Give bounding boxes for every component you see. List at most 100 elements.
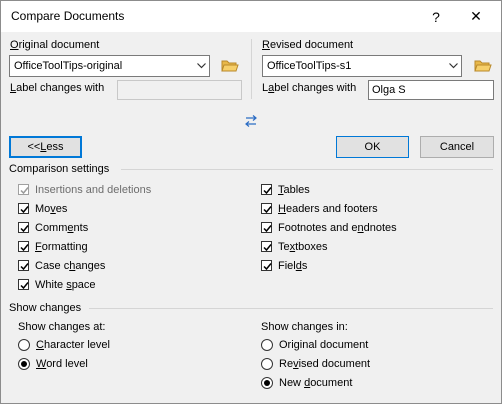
checkbox-box[interactable] (261, 184, 272, 195)
radio-button[interactable] (18, 357, 30, 370)
dialog-title: Compare Documents (11, 9, 125, 23)
label-part: New (279, 376, 305, 389)
label-part: Comm (35, 221, 68, 234)
revised-label-changes-b: bel changes with (274, 82, 357, 94)
revised-label-changes-value: Olga S (372, 84, 406, 96)
checkbox-box[interactable] (18, 222, 29, 233)
original-document-label: Original document (10, 39, 99, 51)
radio-selected-dot (264, 379, 270, 386)
checkbox-formatting[interactable]: Formatting (18, 238, 88, 255)
checkbox-label: Moves (35, 203, 67, 215)
checkbox-white-space[interactable]: White space (18, 276, 96, 293)
checkbox-tables[interactable]: Tables (261, 181, 310, 198)
show-changes-heading: Show changes (9, 302, 82, 314)
folder-open-icon[interactable] (221, 59, 239, 73)
close-button[interactable]: ✕ (459, 1, 493, 32)
revised-label-changes-label: Label changes with (262, 82, 356, 94)
label-part: tboxes (295, 240, 328, 253)
radio-label: Character level (36, 339, 110, 351)
checkbox-label: Headers and footers (278, 203, 378, 215)
chevron-down-icon[interactable] (192, 56, 209, 76)
radio-label: New document (279, 377, 352, 389)
checkbox-box[interactable] (261, 222, 272, 233)
checkbox-box[interactable] (18, 203, 29, 214)
checkbox-moves[interactable]: Moves (18, 200, 67, 217)
radio-character-level[interactable]: Character level (18, 336, 110, 353)
original-label-changes-b: abel changes with (16, 82, 105, 94)
original-document-label-b: riginal document (18, 39, 100, 51)
checkbox-box[interactable] (261, 241, 272, 252)
checkbox-case-changes[interactable]: Case changes (18, 257, 105, 274)
checkbox-fields[interactable]: Fields (261, 257, 307, 274)
checkbox-box (18, 184, 29, 195)
radio-word-level[interactable]: Word level (18, 355, 88, 372)
vertical-divider (251, 39, 252, 99)
label-part: ocument (310, 376, 353, 389)
less-button-b: ess (46, 141, 64, 153)
checkbox-box[interactable] (18, 260, 29, 271)
checkbox-box[interactable] (261, 203, 272, 214)
radio-revised-document[interactable]: Revised document (261, 355, 370, 372)
label-part: eaders and footers (285, 202, 378, 215)
label-part: nts (73, 221, 89, 234)
folder-open-icon[interactable] (474, 59, 492, 73)
show-changes-at-label: Show changes at: (18, 321, 106, 333)
radio-new-document[interactable]: New document (261, 374, 352, 391)
revised-label-changes-input[interactable]: Olga S (368, 80, 494, 100)
label-part: ormatting (41, 240, 88, 253)
label-part: Ori (279, 338, 294, 351)
revised-document-combo[interactable]: OfficeToolTips-s1 (262, 55, 462, 77)
label-accelerator: H (278, 202, 286, 215)
checkbox-headers-and-footers[interactable]: Headers and footers (261, 200, 378, 217)
original-label-changes-input (117, 80, 242, 100)
label-part: pace (71, 278, 96, 291)
label-part: Case c (35, 259, 70, 272)
checkbox-comments[interactable]: Comments (18, 219, 88, 236)
radio-button[interactable] (18, 338, 30, 351)
checkbox-box[interactable] (18, 279, 29, 290)
label-part: es (55, 202, 68, 215)
revised-document-label: Revised document (262, 39, 353, 51)
label-accelerator: F (35, 240, 42, 253)
label-part: ables (283, 183, 310, 196)
radio-label: Revised document (279, 358, 370, 370)
comparison-settings-divider (121, 169, 493, 170)
cancel-button[interactable]: Cancel (420, 136, 494, 158)
less-button-a: << (27, 141, 41, 153)
label-accelerator: W (36, 357, 47, 370)
radio-label: Original document (279, 339, 368, 351)
title-bar: Compare Documents ? ✕ (1, 1, 501, 32)
checkbox-label: Textboxes (278, 241, 328, 253)
radio-button[interactable] (261, 376, 273, 389)
checkbox-label: Comments (35, 222, 88, 234)
swap-arrows-icon[interactable] (243, 114, 259, 128)
label-part: White (35, 278, 67, 291)
checkbox-box[interactable] (261, 260, 272, 271)
checkbox-label: Case changes (35, 260, 105, 272)
label-part: ised document (298, 357, 371, 370)
show-changes-in-label: Show changes in: (261, 321, 348, 333)
radio-original-document[interactable]: Original document (261, 336, 368, 353)
revised-document-value: OfficeToolTips-s1 (267, 60, 352, 72)
label-part: Re (279, 357, 294, 370)
revised-document-label-b: evised document (269, 39, 354, 51)
chevron-down-icon[interactable] (444, 56, 461, 76)
original-label-changes-label: Label changes with (10, 82, 104, 94)
original-document-combo[interactable]: OfficeToolTips-original (9, 55, 210, 77)
checkbox-label: Insertions and deletions (35, 184, 151, 196)
label-part: Footnotes and e (278, 221, 358, 234)
help-button[interactable]: ? (419, 1, 453, 32)
checkbox-label: Footnotes and endnotes (278, 222, 397, 234)
label-part: Insertions and deletions (35, 183, 152, 196)
less-button[interactable]: << Less (9, 136, 82, 158)
original-document-value: OfficeToolTips-original (14, 60, 123, 72)
radio-button[interactable] (261, 357, 273, 370)
checkbox-footnotes-and-endnotes[interactable]: Footnotes and endnotes (261, 219, 397, 236)
label-part: haracter level (43, 338, 110, 351)
checkbox-box[interactable] (18, 241, 29, 252)
checkbox-label: Fields (278, 260, 307, 272)
label-accelerator: C (36, 338, 44, 351)
checkbox-textboxes[interactable]: Textboxes (261, 238, 328, 255)
ok-button[interactable]: OK (336, 136, 409, 158)
radio-button[interactable] (261, 338, 273, 351)
